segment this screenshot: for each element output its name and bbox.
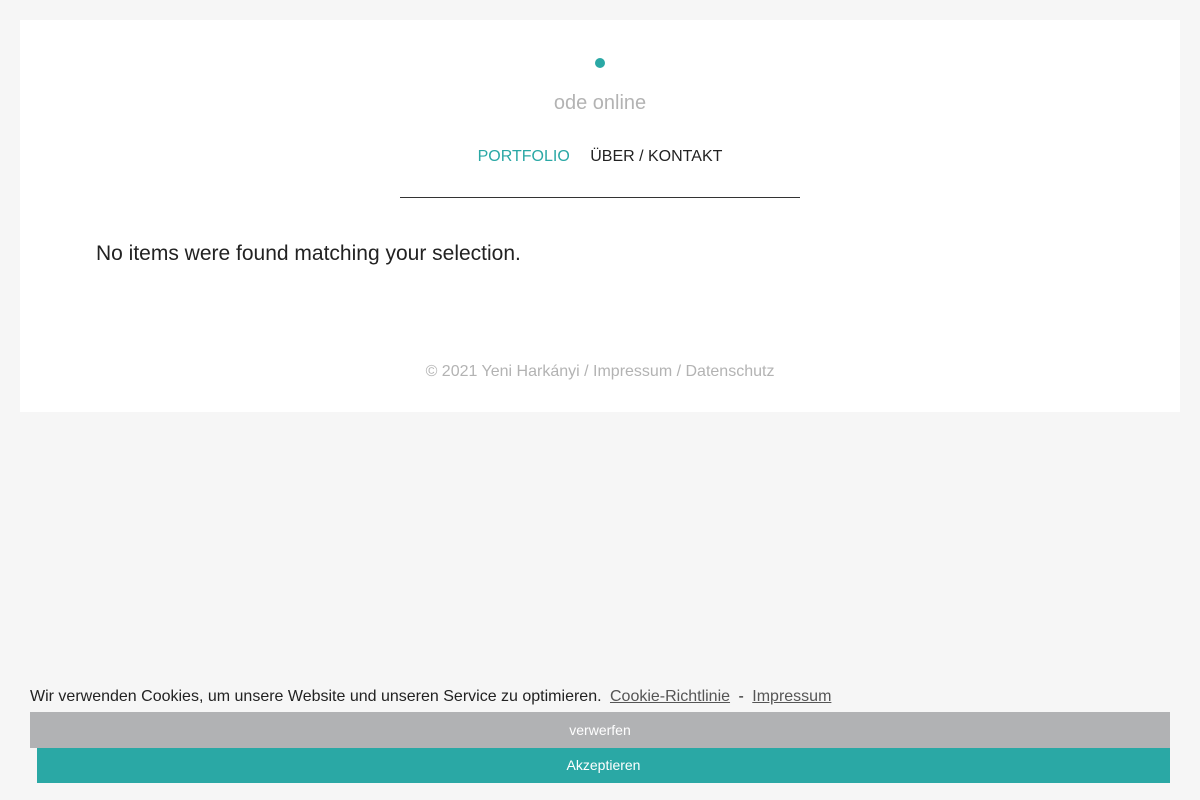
main-nav: PORTFOLIO ÜBER / KONTAKT — [20, 148, 1180, 166]
footer-impressum-link[interactable]: Impressum — [593, 363, 672, 380]
site-title[interactable]: ode online — [20, 92, 1180, 115]
header-divider — [400, 197, 800, 198]
cookie-impressum-link[interactable]: Impressum — [752, 688, 831, 705]
dismiss-button[interactable]: verwerfen — [30, 712, 1170, 748]
nav-item-ueber-kontakt[interactable]: ÜBER / KONTAKT — [590, 148, 722, 166]
footer-separator: / — [579, 363, 594, 380]
accept-button[interactable]: Akzeptieren — [37, 748, 1170, 783]
content-card: ode online PORTFOLIO ÜBER / KONTAKT No i… — [20, 20, 1180, 412]
nav-item-portfolio[interactable]: PORTFOLIO — [478, 148, 570, 166]
empty-results-message: No items were found matching your select… — [96, 242, 521, 265]
dot-logo-icon[interactable] — [595, 58, 605, 68]
cookie-banner-text: Wir verwenden Cookies, um unsere Website… — [30, 688, 831, 706]
footer-copyright: © 2021 Yeni Harkányi — [425, 363, 580, 380]
footer: © 2021 Yeni Harkányi / Impressum / Daten… — [20, 363, 1180, 381]
cookie-policy-link[interactable]: Cookie-Richtlinie — [610, 688, 730, 705]
footer-separator: / — [672, 363, 686, 380]
cookie-message: Wir verwenden Cookies, um unsere Website… — [30, 688, 602, 705]
footer-datenschutz-link[interactable]: Datenschutz — [686, 363, 775, 380]
cookie-link-separator: - — [738, 688, 744, 705]
